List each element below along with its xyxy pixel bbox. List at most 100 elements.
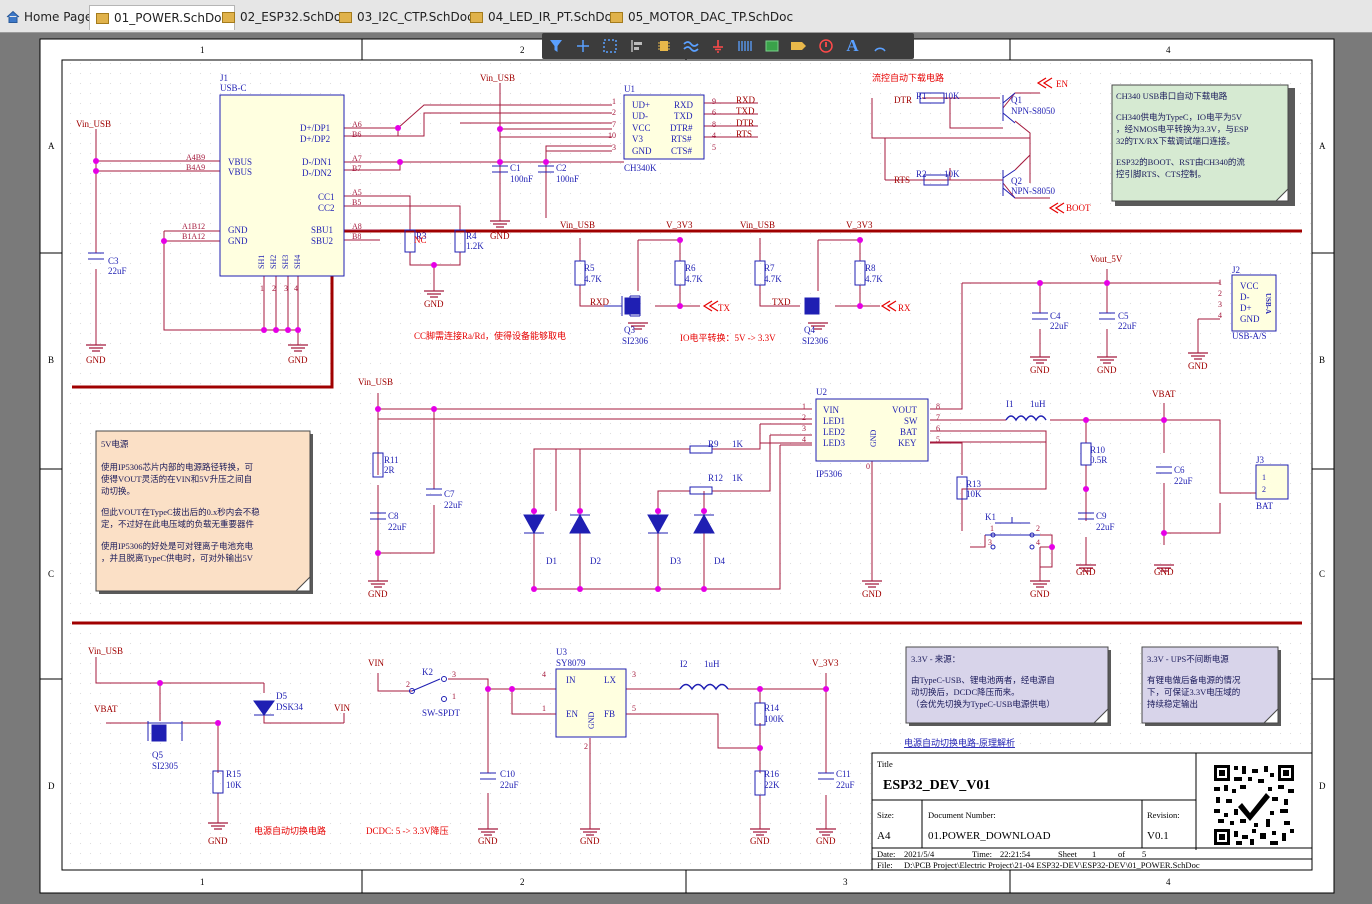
note-ch340-line: ，经NMOS电平转换为3.3V，与ESP	[1116, 124, 1249, 134]
k1-pin-2: 2	[1036, 524, 1040, 533]
u1-pin-rxd: RXD	[674, 100, 694, 110]
schdoc-icon	[610, 11, 623, 23]
q4-type: SI2306	[802, 336, 829, 346]
j1-pin-a8: A8	[352, 222, 362, 231]
u3-pin-in: IN	[566, 675, 576, 685]
tab-01-power[interactable]: 01_POWER.SchDoc	[89, 5, 236, 30]
c3-value: 22uF	[108, 266, 127, 276]
j1-sh-pin-3: 3	[284, 284, 288, 293]
j3-designator: J3	[1256, 455, 1265, 465]
l2-designator: I2	[680, 659, 688, 669]
c11-designator: C11	[836, 769, 851, 779]
note-5v-power[interactable]: 5V电源 使用IP5306芯片内部的电源路径转换，可 使得VOUT灵活的在VIN…	[95, 430, 313, 594]
d4-designator: D4	[714, 556, 725, 566]
j2-pin-num-2: 2	[1218, 289, 1222, 298]
c3-designator: C3	[108, 256, 119, 266]
l2-value: 1uH	[704, 659, 720, 669]
j1-pin-sh1: SH1	[257, 255, 266, 269]
u1-pin-num-5: 5	[712, 143, 716, 152]
gnd-label-c5: GND	[1097, 365, 1117, 375]
u2-pin-num-7: 7	[936, 413, 940, 422]
j1-pin-b8: B8	[352, 232, 361, 241]
u2-pin-num-6: 6	[936, 424, 940, 433]
align-icon[interactable]	[624, 35, 649, 57]
netlabel-vin-d5: VIN	[334, 703, 350, 713]
gnd-label-4: GND	[490, 231, 510, 241]
u3-pin-num-2: 2	[584, 742, 588, 751]
j2-pin-num-4: 4	[1218, 311, 1222, 320]
tab-05-motor-dac-tp[interactable]: 05_MOTOR_DAC_TP.SchDoc	[604, 6, 793, 28]
l1-designator: I1	[1006, 399, 1014, 409]
filter-icon[interactable]	[543, 35, 568, 57]
r6-value: 4.7K	[685, 274, 703, 284]
gnd-label-c4: GND	[1030, 365, 1050, 375]
note-ch340-line: CH340供电为TypeC，IO电平为5V	[1116, 112, 1243, 122]
note-5v-line: 动切换。	[101, 486, 135, 496]
r1-designator: R1	[916, 91, 927, 101]
gnd-label-c10: GND	[478, 836, 498, 846]
j1-pin-a6: A6	[352, 120, 362, 129]
zone-col-3-bottom: 3	[843, 877, 848, 887]
place-wire-icon[interactable]	[570, 35, 595, 57]
tab-03-i2c-ctp[interactable]: 03_I2C_CTP.SchDoc	[333, 6, 474, 28]
link-auto-switch-analysis[interactable]: 电源自动切换电路-原理解析	[904, 737, 1015, 748]
note-ups-line: 持续稳定输出	[1147, 699, 1198, 709]
schematic-sheet[interactable]: 1 2 4 1 2 3 4 A B C D A B C D J1 USB-C V…	[0, 33, 1372, 904]
r9-designator: R9	[708, 439, 719, 449]
note-ch340[interactable]: CH340 USB串口自动下载电路 CH340供电为TypeC，IO电平为5V …	[1111, 84, 1295, 206]
note-3v3-title: 3.3V - 来源：	[911, 654, 960, 664]
tab-label: 01_POWER.SchDoc	[114, 11, 229, 25]
u1-pin-num-9: 9	[712, 97, 716, 106]
u1-pin-num-2: 2	[612, 108, 616, 117]
u3-pin-lx: LX	[604, 675, 616, 685]
place-part-icon[interactable]	[651, 35, 676, 57]
note-3v3-source[interactable]: 3.3V - 来源： 由TypeC-USB、锂电池两者，经电源自 动切换后，DC…	[905, 646, 1111, 726]
qr-code-image	[1212, 763, 1296, 847]
note-3v3-line: 动切换后，DCDC降压而来。	[911, 687, 1020, 697]
note-ch340-line: 控引脚RTS、CTS控制。	[1116, 169, 1206, 179]
netlabel-vout-5v: Vout_5V	[1090, 254, 1123, 264]
j1-sh-pin-4: 4	[294, 284, 298, 293]
place-directive-icon[interactable]	[813, 35, 838, 57]
zone-row-d: D	[48, 781, 55, 791]
j2-type: USB-A/S	[1232, 331, 1267, 341]
r10-designator: R10	[1090, 445, 1106, 455]
r5-value: 4.7K	[584, 274, 602, 284]
j1-designator: J1	[220, 73, 228, 83]
zone-col-1: 1	[200, 45, 205, 55]
place-text-icon[interactable]: A	[840, 35, 865, 57]
u1-pin-dtr: DTR#	[670, 123, 693, 133]
j1-pin-vbus-1: VBUS	[228, 157, 252, 167]
c8-value: 22uF	[388, 522, 407, 532]
time-value: 22:21:54	[1000, 849, 1031, 859]
place-harness-icon[interactable]	[732, 35, 757, 57]
tab-home-page[interactable]: Home Page	[0, 6, 92, 28]
place-bus-icon[interactable]	[678, 35, 703, 57]
revision-value: V0.1	[1147, 830, 1169, 842]
place-arc-icon[interactable]	[867, 35, 892, 57]
r14-value: 100K	[764, 714, 785, 724]
tab-04-led-ir-pt[interactable]: 04_LED_IR_PT.SchDoc	[464, 6, 619, 28]
note-3v3-ups[interactable]: 3.3V - UPS不间断电源 有锂电做后备电源的情况 下，可保证3.3V电压域…	[1141, 646, 1281, 726]
q5-type: SI2305	[152, 761, 179, 771]
gnd-label-c9: GND	[1076, 567, 1096, 577]
gnd-label-r15: GND	[208, 836, 228, 846]
netlabel-txd-q4: TXD	[772, 297, 791, 307]
select-area-icon[interactable]	[597, 35, 622, 57]
u2-pin-num-8: 8	[936, 402, 940, 411]
tab-02-esp32[interactable]: 02_ESP32.SchDoc	[216, 6, 348, 28]
u2-pin-num-3: 3	[802, 424, 806, 433]
u2-pin-num-1: 1	[802, 402, 806, 411]
place-port-icon[interactable]	[786, 35, 811, 57]
place-sheet-icon[interactable]	[759, 35, 784, 57]
u1-pin-num-7: 7	[612, 120, 616, 129]
note-5v-line: 定，不过好在此电压域的负载无重要器件	[101, 519, 255, 529]
d3-designator: D3	[670, 556, 681, 566]
j3-pin-num-2: 2	[1262, 485, 1266, 494]
place-power-icon[interactable]	[705, 35, 730, 57]
r1-value: 10K	[944, 91, 960, 101]
schdoc-icon	[470, 11, 483, 23]
j1-pin-b5: B5	[352, 198, 361, 207]
k2-pin-3: 3	[452, 670, 456, 679]
q2-type: NPN-S8050	[1011, 186, 1056, 196]
